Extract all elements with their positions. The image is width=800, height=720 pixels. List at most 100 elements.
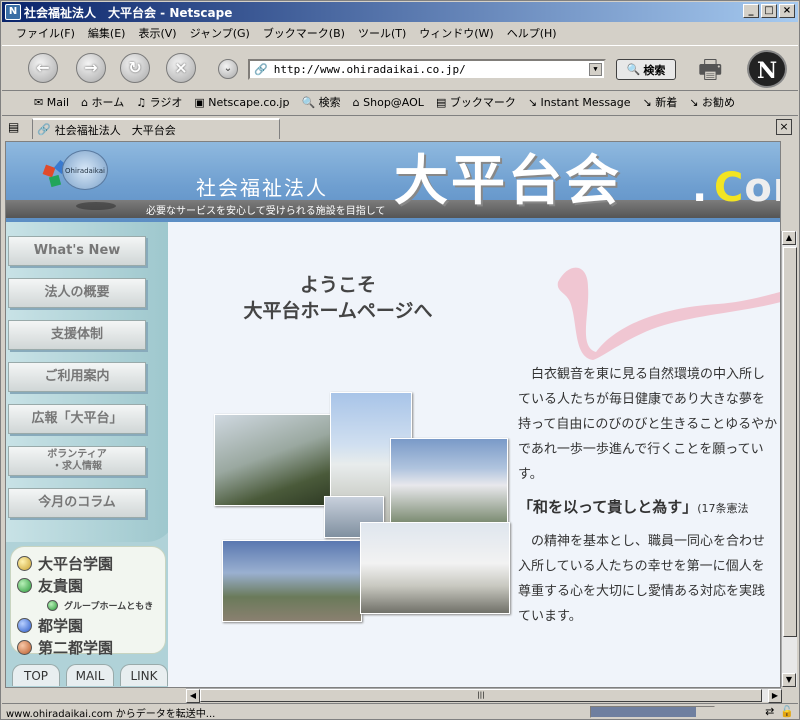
facility-label: 友貴園 [38,577,84,595]
bookmark-folder[interactable]: ▤ ブックマーク [436,94,516,110]
footer-link-button[interactable]: LINK [120,664,168,686]
browser-window: N 社会福祉法人 大平台会 - Netscape _ □ × ファイル(F) 編… [0,0,800,720]
search-button[interactable]: 🔍 検索 [616,59,676,80]
org-logo[interactable]: Ohiradaikai [42,150,114,190]
photo-facility-entrance [360,522,510,614]
bookmark-mail[interactable]: ✉ Mail [34,96,69,109]
domain-rest: om [744,165,780,211]
facility-label: 都学園 [38,617,84,635]
facility-daini-miyako-gakuen[interactable]: 第二都学園 [17,637,113,658]
menu-go[interactable]: ジャンプ(G) [190,25,250,41]
menu-bookmarks[interactable]: ブックマーク(B) [263,25,345,41]
bookmark-label: 新着 [655,96,678,109]
bookmark-instant-message[interactable]: ↘ Instant Message [528,96,631,109]
facility-ohiradai-gakuen[interactable]: 大平台学園 [17,553,113,574]
status-text: www.ohiradaikai.com からデータを転送中... [6,708,216,720]
para2-line1: の精神を基本とし、職員一同心を合わせ [531,534,766,549]
menu-view[interactable]: 表示(V) [138,25,176,41]
footer-mail-button[interactable]: MAIL [66,664,114,686]
para1-line1: 白衣観音を東に見る自然環境の中入所し [531,367,766,382]
vertical-scroll-thumb[interactable] [783,247,797,637]
navigation-toolbar: ← → ↻ × ⌄ 🔗 http://www.ohiradaikai.co.jp… [2,45,798,91]
nav-corporate-overview[interactable]: 法人の概要 [8,278,146,308]
facility-group-home-tomoki[interactable]: グループホームともき [47,599,153,612]
bookmark-shop-aol[interactable]: ⌂ Shop@AOL [353,96,424,109]
para2-line2: 入所している人たちの幸せを第一に個人を [518,559,765,574]
para2-line4: ています。 [518,609,582,624]
scroll-up-icon[interactable]: ▲ [782,231,796,245]
facility-miyako-gakuen[interactable]: 都学園 [17,615,83,636]
vertical-scrollbar[interactable]: ▲ ▼ [781,231,797,687]
security-lock-icon[interactable]: 🔓 [780,705,794,718]
facility-label: 大平台学園 [38,555,114,573]
load-progress-bar [590,706,715,718]
link-icon: 🔗 [37,123,51,136]
bookmark-new[interactable]: ↘ 新着 [643,94,678,110]
url-bar[interactable]: 🔗 http://www.ohiradaikai.co.jp/ ▼ [248,59,606,80]
url-text[interactable]: http://www.ohiradaikai.co.jp/ [274,63,466,76]
print-icon[interactable]: 🖶 [698,51,723,95]
menu-bar: ファイル(F) 編集(E) 表示(V) ジャンプ(G) ブックマーク(B) ツー… [2,23,798,43]
forward-arrow-icon[interactable]: → [76,53,106,83]
url-dropdown-icon[interactable]: ▼ [589,63,602,76]
para1-line3: 持って自由にのびのびと生きることゆるやか [518,417,778,432]
tagline: 必要なサービスを安心して受けられる施設を目指して [146,206,386,217]
domain-com: Com [714,165,780,211]
menu-help[interactable]: ヘルプ(H) [507,25,557,41]
close-tab-icon[interactable]: × [776,119,792,135]
para2-line3: 尊重する心を大切にし愛情ある対応を実践 [518,584,766,599]
facility-yukien[interactable]: 友貴園 [17,575,83,596]
nav-newsletter[interactable]: 広報「大平台」 [8,404,146,434]
back-arrow-icon[interactable]: ← [28,53,58,83]
history-dropdown-icon[interactable]: ⌄ [218,59,238,79]
para1-line4: であれ一歩一歩進んで行くことを願ってい [518,442,764,457]
reload-icon[interactable]: ↻ [120,53,150,83]
para1-line2: ている人たちが毎日健康であり大きな夢を [518,392,765,407]
nav-monthly-column[interactable]: 今月のコラム [8,488,146,518]
netscape-logo[interactable]: N [747,50,787,88]
connection-icon[interactable]: ⇄ [765,705,774,718]
bookmark-recommended[interactable]: ↘ お勧め [689,94,735,110]
bookmark-label: Shop@AOL [363,95,424,109]
magnifier-icon: 🔍 [626,63,641,76]
stop-icon[interactable]: × [166,53,196,83]
bookmark-netscape[interactable]: ▣ Netscape.co.jp [194,96,289,109]
close-button[interactable]: × [779,4,795,18]
menu-edit[interactable]: 編集(E) [88,25,126,41]
horizontal-scrollbar[interactable]: ◀ ||| ▶ [186,688,782,703]
bookmark-radio[interactable]: ♫ ラジオ [136,94,182,110]
maximize-button[interactable]: □ [761,4,777,18]
photo-collage [214,392,514,627]
ball-icon [47,600,58,611]
new-tab-icon[interactable]: ▤ [8,120,19,134]
nav-volunteer-jobs[interactable]: ボランティア ・求人情報 [8,446,146,476]
minimize-button[interactable]: _ [743,4,759,18]
horizontal-scroll-thumb[interactable]: ||| [200,689,762,702]
window-title: 社会福祉法人 大平台会 - Netscape [24,5,233,20]
bookmark-label: ホーム [91,96,125,109]
nav-usage-guide[interactable]: ご利用案内 [8,362,146,392]
footer-top-button[interactable]: TOP [12,664,60,686]
title-bar[interactable]: N 社会福祉法人 大平台会 - Netscape _ □ × [2,2,798,22]
page-icon: 🔗 [254,63,268,76]
bookmark-label: お勧め [701,96,735,109]
scroll-left-icon[interactable]: ◀ [186,689,200,703]
nav-whats-new[interactable]: What's New [8,236,146,266]
ball-icon [17,556,32,571]
bookmark-search[interactable]: 🔍 検索 [301,94,340,110]
nav-support-system[interactable]: 支援体制 [8,320,146,350]
photo-building-hill [390,438,508,524]
bookmark-home[interactable]: ⌂ ホーム [81,94,124,110]
tab-bar: ▤ 🔗 社会福祉法人 大平台会 × [2,115,798,139]
menu-file[interactable]: ファイル(F) [16,25,75,41]
quote-reference: (17条憲法 [697,502,749,515]
domain-c: C [714,165,745,211]
menu-tools[interactable]: ツール(T) [358,25,406,41]
bookmark-label: 検索 [318,96,341,109]
scroll-down-icon[interactable]: ▼ [782,673,796,687]
menu-window[interactable]: ウィンドウ(W) [419,25,493,41]
welcome-line-2: 大平台ホームページへ [243,300,433,322]
tab-active[interactable]: 🔗 社会福祉法人 大平台会 [32,118,280,139]
brush-stroke-decoration [557,267,780,360]
scroll-right-icon[interactable]: ▶ [768,689,782,703]
